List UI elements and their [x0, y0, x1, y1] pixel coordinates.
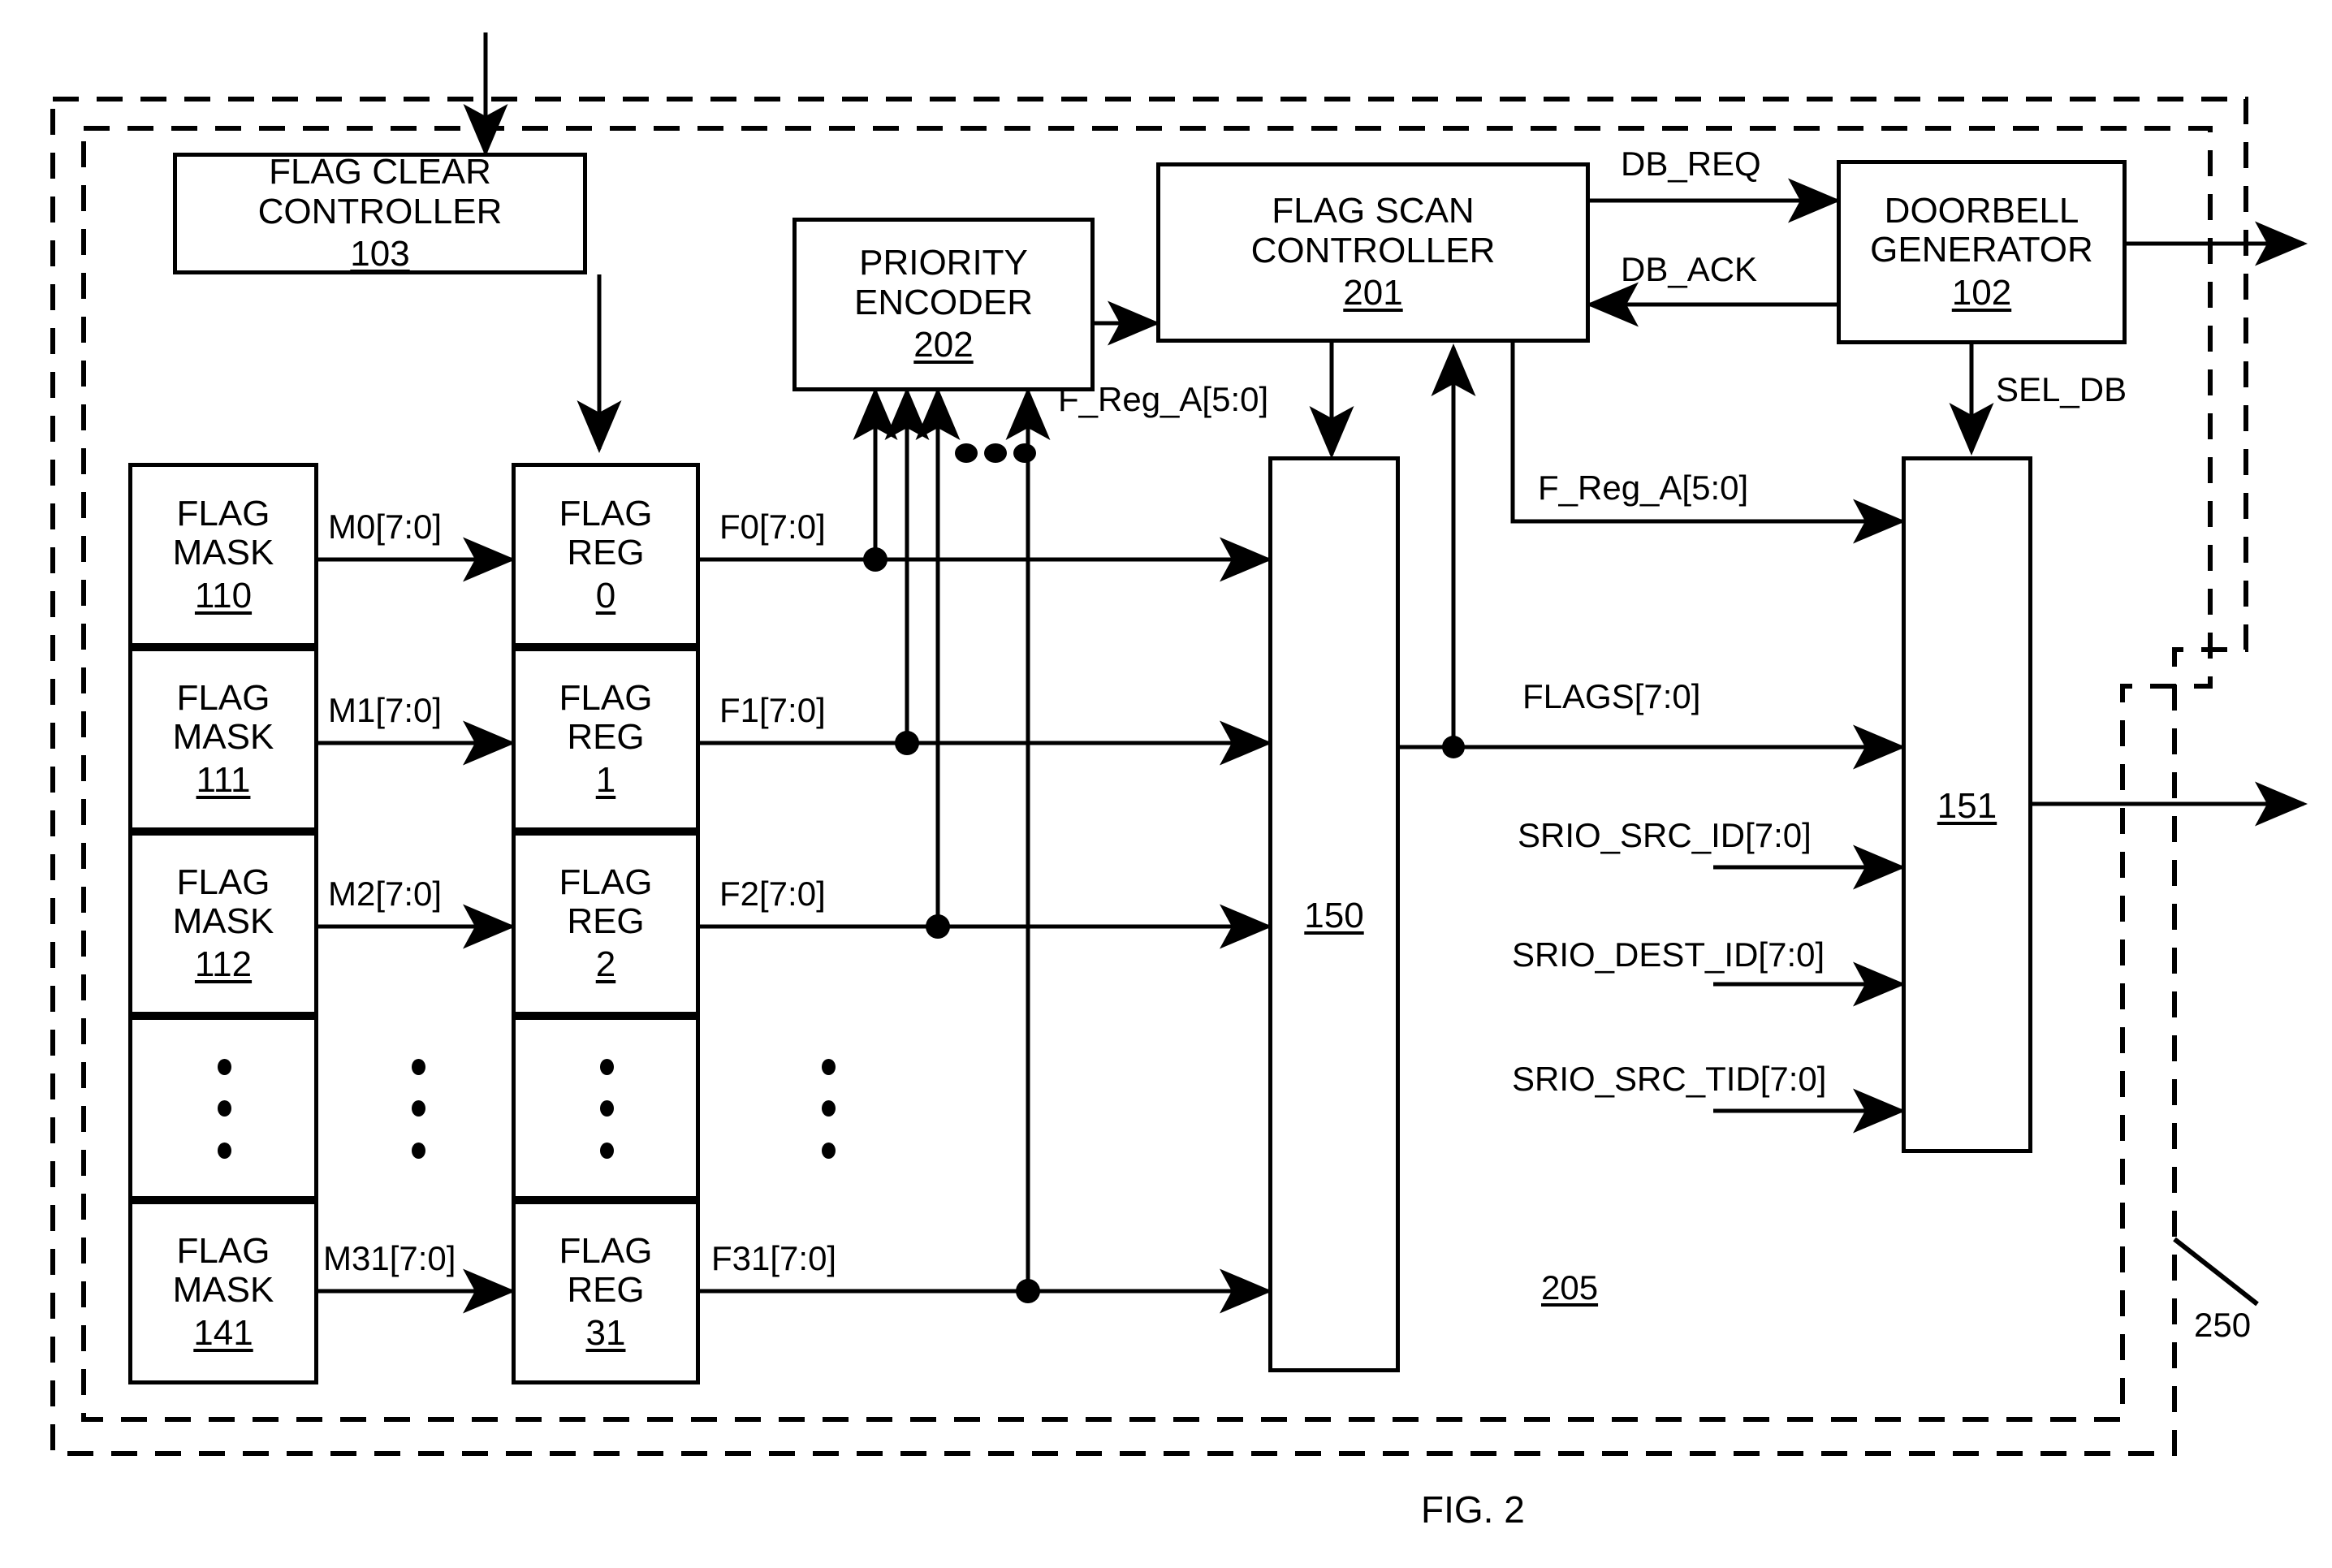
f1-junction-dot [895, 731, 919, 755]
ellipsis-dot [821, 1143, 836, 1160]
flag-mask-110-title-1: FLAG [176, 493, 270, 533]
signal-label-m0: M0[7:0] [328, 508, 443, 546]
flag-reg-0-block: FLAG REG 0 [512, 463, 700, 647]
flag-reg-31-block: FLAG REG 31 [512, 1200, 700, 1384]
signal-label-m31: M31[7:0] [323, 1239, 456, 1277]
mux-151-block: 151 [1902, 456, 2032, 1153]
flag-mask-110-title-2: MASK [172, 533, 274, 573]
signal-label-sel-db: SEL_DB [1996, 370, 2127, 408]
priority-encoder-ref: 202 [913, 325, 974, 365]
flag-reg-2-title-2: REG [567, 901, 645, 942]
ellipsis-dot [984, 443, 1007, 463]
flag-mask-111-block: FLAG MASK 111 [128, 647, 318, 832]
signal-label-srio-dest-id: SRIO_DEST_ID[7:0] [1512, 935, 1825, 974]
f31-junction-dot [1016, 1279, 1040, 1303]
flag-mask-141-block: FLAG MASK 141 [128, 1200, 318, 1384]
priority-encoder-title-1: PRIORITY [859, 243, 1028, 283]
priority-encoder-block: PRIORITY ENCODER 202 [792, 218, 1095, 391]
signal-label-srio-src-tid: SRIO_SRC_TID[7:0] [1512, 1060, 1827, 1098]
mux-150-ref: 150 [1304, 895, 1364, 935]
mask-signal-vertical-ellipsis [410, 1046, 426, 1172]
flag-mask-110-ref: 110 [194, 575, 253, 616]
flag-clear-controller-block: FLAG CLEAR CONTROLLER 103 [173, 153, 587, 274]
doorbell-generator-title-1: DOORBELL [1884, 190, 2079, 231]
flags-junction-dot [1442, 736, 1465, 758]
flag-mask-141-title-1: FLAG [176, 1230, 270, 1271]
flag-reg-1-ref: 1 [595, 759, 616, 800]
signal-label-db-req: DB_REQ [1621, 145, 1761, 183]
ellipsis-dot [217, 1100, 231, 1117]
ellipsis-dot [217, 1058, 231, 1075]
flag-reg-0-title-1: FLAG [559, 493, 653, 533]
patent-figure-2: FLAG CLEAR CONTROLLER 103 PRIORITY ENCOD… [0, 0, 2332, 1568]
ellipsis-dot [411, 1143, 425, 1160]
flag-mask-111-ref: 111 [196, 759, 251, 800]
flag-mask-vertical-ellipsis [216, 1046, 232, 1172]
signal-label-f2: F2[7:0] [719, 875, 826, 913]
flag-mask-141-title-2: MASK [172, 1270, 274, 1311]
flag-reg-2-ref: 2 [595, 944, 616, 984]
boundary-ref-250: 250 [2194, 1306, 2252, 1344]
doorbell-generator-ref: 102 [1951, 272, 2012, 313]
ellipsis-dot [1013, 443, 1036, 463]
ellipsis-dot [599, 1100, 614, 1117]
mux-150-block: 150 [1268, 456, 1400, 1372]
flag-reg-1-title-2: REG [567, 717, 645, 758]
flag-mask-141-ref: 141 [193, 1312, 253, 1353]
f0-junction-dot [863, 547, 887, 572]
signal-label-srio-src-id: SRIO_SRC_ID[7:0] [1518, 816, 1812, 854]
flag-mask-111-title-1: FLAG [176, 677, 270, 718]
flag-reg-31-title-1: FLAG [559, 1230, 653, 1271]
flag-reg-31-ref: 31 [585, 1312, 626, 1353]
flag-clear-controller-ref: 103 [350, 234, 410, 274]
ellipsis-dot [217, 1143, 231, 1160]
doorbell-generator-block: DOORBELL GENERATOR 102 [1837, 160, 2127, 344]
mux-151-ref: 151 [1937, 785, 1997, 826]
signal-label-db-ack: DB_ACK [1621, 250, 1758, 288]
ellipsis-dot [955, 443, 978, 463]
figure-caption: FIG. 2 [1421, 1488, 1525, 1531]
flag-mask-112-block: FLAG MASK 112 [128, 832, 318, 1016]
signal-label-flags: FLAGS[7:0] [1522, 677, 1701, 715]
ellipsis-dot [599, 1143, 614, 1160]
f2-junction-dot [926, 914, 950, 939]
signal-label-f1: F1[7:0] [719, 691, 826, 729]
flag-mask-112-ref: 112 [194, 944, 253, 984]
ellipsis-dot [411, 1100, 425, 1117]
flag-reg-vertical-ellipsis [598, 1046, 615, 1172]
flag-reg-31-title-2: REG [567, 1270, 645, 1311]
priority-encoder-title-2: ENCODER [853, 282, 1034, 322]
encoder-input-horizontal-ellipsis [955, 443, 1036, 464]
flag-scan-controller-title-2: CONTROLLER [1250, 230, 1496, 270]
signal-label-f31: F31[7:0] [711, 1239, 837, 1277]
ref-250-leader-line [2173, 1237, 2259, 1307]
ellipsis-dot [599, 1058, 614, 1075]
flag-scan-controller-block: FLAG SCAN CONTROLLER 201 [1156, 162, 1590, 343]
flag-reg-0-ref: 0 [595, 575, 616, 616]
flag-clear-controller-title: FLAG CLEAR CONTROLLER [257, 152, 503, 231]
ellipsis-dot [821, 1058, 836, 1075]
flag-signal-vertical-ellipsis [820, 1046, 836, 1172]
region-ref-205: 205 [1541, 1268, 1599, 1307]
flag-scan-controller-ref: 201 [1343, 273, 1403, 313]
signal-label-freg-a-encoder: F_Reg_A[5:0] [1058, 380, 1269, 418]
doorbell-generator-title-2: GENERATOR [1870, 230, 2093, 270]
flag-reg-2-title-1: FLAG [559, 862, 653, 902]
flag-mask-111-title-2: MASK [172, 717, 274, 758]
signal-label-f0: F0[7:0] [719, 508, 826, 546]
flag-reg-2-block: FLAG REG 2 [512, 832, 700, 1016]
flag-mask-112-title-1: FLAG [176, 862, 270, 902]
signal-label-freg-a-mux: F_Reg_A[5:0] [1538, 469, 1749, 507]
flag-mask-112-title-2: MASK [172, 901, 274, 942]
ellipsis-dot [411, 1058, 425, 1075]
signal-label-m1: M1[7:0] [328, 691, 443, 729]
ellipsis-dot [821, 1100, 836, 1117]
flag-reg-0-title-2: REG [567, 533, 645, 573]
flag-mask-110-block: FLAG MASK 110 [128, 463, 318, 647]
flag-reg-1-title-1: FLAG [559, 677, 653, 718]
flag-reg-1-block: FLAG REG 1 [512, 647, 700, 832]
flag-scan-controller-title-1: FLAG SCAN [1272, 191, 1475, 231]
signal-label-m2: M2[7:0] [328, 875, 443, 913]
